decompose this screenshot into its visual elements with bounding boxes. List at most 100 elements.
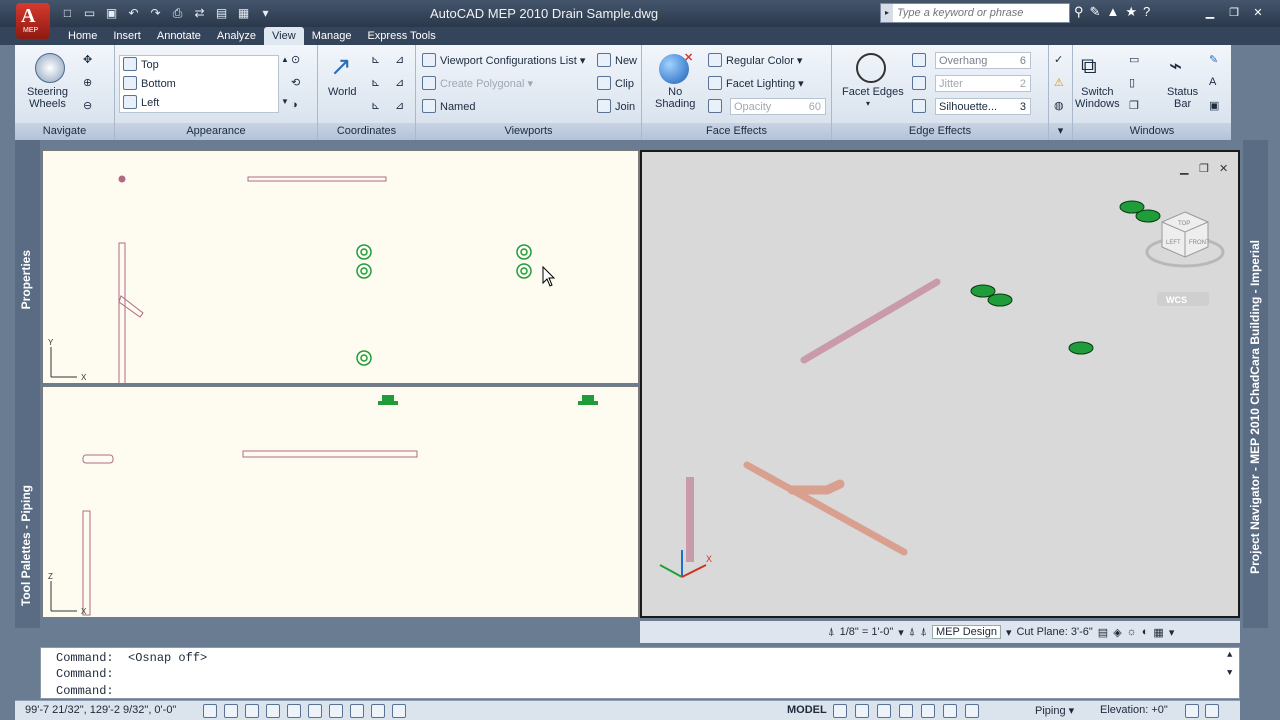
workspace-icon[interactable] <box>965 704 979 718</box>
annotation-scale[interactable]: 1/8" = 1'-0" <box>840 626 894 638</box>
tile-horizontal-icon[interactable]: ▭ <box>1129 53 1139 66</box>
cut-plane[interactable]: Cut Plane: 3'-6" <box>1016 626 1092 638</box>
silhouette-field[interactable]: Silhouette... 3 <box>935 98 1031 115</box>
star-icon[interactable]: ★ <box>1125 4 1137 20</box>
workspace-selector[interactable]: Piping ▾ <box>1035 704 1074 717</box>
screen-icon[interactable]: ▣ <box>1209 99 1219 112</box>
silhouette-icon[interactable] <box>912 99 930 113</box>
snap-mode-icon[interactable] <box>224 704 238 718</box>
list-scroll-down-icon[interactable]: ▼ <box>281 97 289 106</box>
edge-effects-panel-title[interactable]: Edge Effects <box>832 123 1048 140</box>
plot-icon[interactable]: ▤ <box>212 4 231 22</box>
application-menu-button[interactable]: A MEP <box>16 3 50 39</box>
elevation-readout[interactable]: Elevation: +0" <box>1100 704 1168 716</box>
viewport-close-icon[interactable]: ✕ <box>1219 163 1228 175</box>
coordinates-panel-title[interactable]: Coordinates <box>318 123 415 140</box>
search-input[interactable] <box>893 4 1069 22</box>
pencil-icon[interactable]: ✎ <box>1209 53 1218 66</box>
facet-edges-dropdown-icon[interactable]: ▾ <box>866 99 870 108</box>
restore-icon[interactable]: ❐ <box>1224 4 1244 22</box>
new-file-icon[interactable]: □ <box>58 4 77 22</box>
annotation-scale-icon[interactable]: ⍋ <box>828 626 835 639</box>
facet-edges-button[interactable]: Facet Edges <box>842 86 904 98</box>
viewcube-left-label[interactable]: LEFT <box>1166 240 1181 246</box>
zoom-status-icon[interactable] <box>899 704 913 718</box>
overhang-icon[interactable] <box>912 53 930 67</box>
viewport-front[interactable]: Z X <box>42 386 639 618</box>
tool-palettes-tab[interactable]: Tool Palettes - Piping <box>19 485 33 606</box>
tile-vertical-icon[interactable]: ▯ <box>1129 76 1135 89</box>
globe-icon[interactable]: ◍ <box>1054 99 1064 112</box>
polar-tracking-icon[interactable] <box>287 704 301 718</box>
isolate-icon[interactable]: ◐ <box>1142 626 1149 638</box>
display-config[interactable]: MEP Design <box>932 625 1001 639</box>
clean-screen-icon[interactable] <box>1205 704 1219 718</box>
auto-scale-icon[interactable]: ⍋ <box>920 626 927 639</box>
navigate-panel-title[interactable]: Navigate <box>15 123 114 140</box>
overhang-field[interactable]: Overhang 6 <box>935 52 1031 69</box>
viewport-restore-icon[interactable]: ❐ <box>1199 163 1209 175</box>
zoom-window-icon[interactable]: ⊙ <box>291 53 300 66</box>
quick-view-layouts-icon[interactable] <box>833 704 847 718</box>
minimize-icon[interactable]: ▁ <box>1200 4 1220 22</box>
clip-viewport-button[interactable]: Clip <box>597 76 634 90</box>
dynamic-ucs-icon[interactable] <box>371 704 385 718</box>
wrench-icon[interactable]: ✎ <box>1090 4 1101 20</box>
switch-windows-button[interactable]: Switch Windows <box>1075 86 1120 110</box>
ucs-origin-icon[interactable]: ⊾ <box>371 53 380 66</box>
pan-icon[interactable]: ✥ <box>83 53 92 66</box>
steering-wheel-status-icon[interactable] <box>921 704 935 718</box>
join-viewport-button[interactable]: Join <box>597 99 635 113</box>
no-shading-button[interactable]: No Shading <box>655 86 695 110</box>
command-scroll-up-icon[interactable]: ▲ <box>1227 650 1232 660</box>
object-snap-icon[interactable] <box>308 704 322 718</box>
help-icon[interactable]: ? <box>1143 4 1150 20</box>
command-input[interactable]: Command: <box>56 684 114 698</box>
view-item-bottom[interactable]: Bottom <box>123 75 278 94</box>
tab-annotate[interactable]: Annotate <box>149 27 209 45</box>
close-icon[interactable]: ✕ <box>1248 4 1268 22</box>
alert-icon[interactable]: ▲ <box>1106 4 1119 20</box>
command-line[interactable]: Command: <Osnap off> Command: Command: ▲… <box>40 647 1240 699</box>
view-item-left[interactable]: Left <box>123 94 278 113</box>
list-scroll-up-icon[interactable]: ▲ <box>281 55 289 64</box>
visual-style-icon[interactable]: ◑ <box>291 99 298 111</box>
properties-palette-tab[interactable]: Properties <box>19 250 33 309</box>
tab-home[interactable]: Home <box>60 27 105 45</box>
viewcube-front-label[interactable]: FRONT <box>1189 240 1210 246</box>
status-bar-icon[interactable]: ⌁ <box>1169 53 1182 79</box>
steering-wheels-button[interactable]: Steering Wheels <box>27 86 68 110</box>
project-navigator-tab[interactable]: Project Navigator - MEP 2010 ChadCara Bu… <box>1248 240 1262 574</box>
pan-status-icon[interactable] <box>877 704 891 718</box>
orbit-icon[interactable]: ⊕ <box>83 76 92 89</box>
opacity-slider[interactable]: Opacity 60 <box>730 98 826 115</box>
redo-icon[interactable]: ↷ <box>146 4 165 22</box>
windows-panel-title[interactable]: Windows <box>1073 123 1231 140</box>
world-ucs-icon[interactable]: ↗ <box>330 51 352 82</box>
new-viewport-button[interactable]: New <box>597 53 637 67</box>
viewport-top[interactable]: Y X <box>42 150 639 384</box>
command-scroll-down-icon[interactable]: ▼ <box>1227 668 1232 678</box>
status-menu-icon[interactable]: ▾ <box>1169 626 1175 639</box>
edge-extra-dropdown-icon[interactable]: ▾ <box>1049 123 1072 140</box>
tab-express-tools[interactable]: Express Tools <box>359 27 443 45</box>
hardware-icon[interactable]: ▦ <box>1153 626 1163 639</box>
quick-view-drawings-icon[interactable] <box>855 704 869 718</box>
viewports-panel-title[interactable]: Viewports <box>416 123 641 140</box>
view-list[interactable]: Top Bottom Left <box>119 55 279 113</box>
lightbulb-icon[interactable]: ☼ <box>1127 626 1137 638</box>
jitter-icon[interactable] <box>912 76 930 90</box>
facet-edges-icon[interactable] <box>856 53 886 83</box>
appearance-panel-title[interactable]: Appearance <box>115 123 317 140</box>
publish-icon[interactable]: ⇄ <box>190 4 209 22</box>
view-item-top[interactable]: Top <box>123 56 278 75</box>
layer-icon[interactable]: ◈ <box>1113 626 1121 639</box>
search-expand-icon[interactable]: ▸ <box>881 4 893 22</box>
showmotion-icon[interactable] <box>943 704 957 718</box>
config-dropdown-icon[interactable]: ▾ <box>1006 626 1012 639</box>
qat-dropdown-icon[interactable]: ▾ <box>256 4 275 22</box>
tab-insert[interactable]: Insert <box>105 27 149 45</box>
opacity-icon[interactable] <box>708 99 726 113</box>
annotation-visibility-icon[interactable]: ⍋ <box>909 626 916 639</box>
steering-wheel-icon[interactable] <box>35 53 65 83</box>
